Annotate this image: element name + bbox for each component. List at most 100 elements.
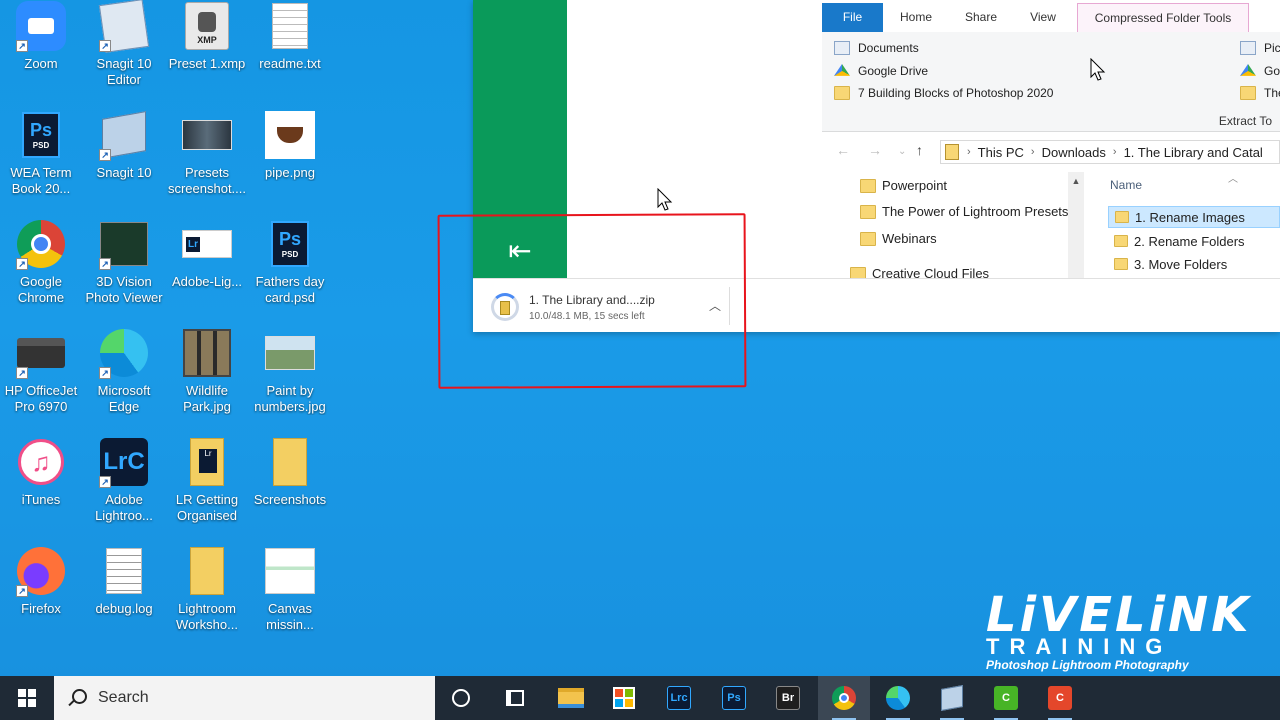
search-placeholder: Search xyxy=(98,689,149,706)
list-item[interactable]: 3. Move Folders xyxy=(1108,253,1280,275)
tab-file[interactable]: File xyxy=(822,3,883,32)
breadcrumb-this-pc[interactable]: This PC xyxy=(978,145,1024,160)
file-item-label: 2. Rename Folders xyxy=(1134,233,1245,249)
desktop-icon-label: debug.log xyxy=(95,601,153,616)
tab-home[interactable]: Home xyxy=(888,3,944,32)
desktop-icon-screenshots[interactable]: Screenshots xyxy=(249,436,331,540)
tab-compressed-folder-tools[interactable]: Compressed Folder Tools xyxy=(1077,3,1249,32)
extract-to-label: Extract To xyxy=(1218,114,1272,128)
chrome-icon[interactable] xyxy=(818,676,870,720)
camtasia-icon[interactable]: C xyxy=(980,676,1032,720)
nav-pane-scrollbar[interactable]: ▲ xyxy=(1068,172,1084,278)
breadcrumb-downloads[interactable]: Downloads xyxy=(1042,145,1106,160)
desktop-icon-canvas-missing[interactable]: Canvas missin... xyxy=(249,545,331,649)
quick-access-folder-3[interactable]: The xyxy=(1240,83,1280,103)
desktop-icon-hp-officejet[interactable]: ↗ HP OfficeJet Pro 6970 xyxy=(0,327,82,431)
ribbon-tabs: File Home Share View Compressed Folder T… xyxy=(822,0,1280,32)
list-item[interactable]: 2. Rename Folders xyxy=(1108,230,1280,252)
nav-item-power-of-lightroom-presets[interactable]: The Power of Lightroom Presets xyxy=(860,204,1068,219)
tab-view[interactable]: View xyxy=(1018,3,1068,32)
quick-access-label: 7 Building Blocks of Photoshop 2020 xyxy=(858,86,1054,100)
nav-item-creative-cloud-files[interactable]: Creative Cloud Files xyxy=(850,266,989,278)
image-file-icon xyxy=(265,545,315,597)
desktop-icon-wildlife-park[interactable]: Wildlife Park.jpg xyxy=(166,327,248,431)
quick-access-label: Documents xyxy=(858,41,919,55)
desktop-icon-3d-vision[interactable]: ↗ 3D Vision Photo Viewer xyxy=(83,218,165,322)
desktop-icon-label: Canvas missin... xyxy=(266,601,314,632)
desktop-icon-readme[interactable]: readme.txt xyxy=(249,0,331,104)
desktop-icon-google-chrome[interactable]: ↗ Google Chrome xyxy=(0,218,82,322)
desktop-icon-adobe-lig[interactable]: Lr Adobe-Lig... xyxy=(166,218,248,322)
photoshop-icon[interactable]: Ps xyxy=(708,676,760,720)
taskbar: Search Lrc Ps Br C C xyxy=(0,676,1280,720)
desktop-icon-zoom[interactable]: ↗ Zoom xyxy=(0,0,82,104)
lightroom-classic-icon[interactable]: Lrc xyxy=(653,676,705,720)
text-file-icon xyxy=(265,0,315,52)
forward-arrow-icon[interactable]: → xyxy=(868,142,882,158)
desktop-icon-presets-screenshot[interactable]: Presets screenshot.... xyxy=(166,109,248,213)
scroll-up-icon[interactable]: ▲ xyxy=(1068,172,1084,186)
list-item[interactable]: 1. Rename Images xyxy=(1108,206,1280,228)
desktop-icon-firefox[interactable]: ↗ Firefox xyxy=(0,545,82,649)
desktop-icon-label: Zoom xyxy=(24,56,58,71)
start-button[interactable] xyxy=(0,676,54,720)
desktop-icon-snagit-editor[interactable]: ↗ Snagit 10 Editor xyxy=(83,0,165,104)
nav-item-webinars[interactable]: Webinars xyxy=(860,231,937,246)
task-view-icon[interactable] xyxy=(489,676,541,720)
desktop-icon-label: Google Chrome xyxy=(17,274,65,305)
back-arrow-icon[interactable]: ← xyxy=(836,142,850,158)
tab-share[interactable]: Share xyxy=(950,3,1012,32)
image-file-icon xyxy=(265,327,315,379)
taskbar-search[interactable]: Search xyxy=(54,676,435,720)
desktop-icon-label: Snagit 10 Editor xyxy=(96,56,152,87)
desktop-icon-label: readme.txt xyxy=(259,56,321,71)
desktop-icon-debug-log[interactable]: debug.log xyxy=(83,545,165,649)
nav-item-label: Webinars xyxy=(882,231,937,246)
desktop-icon-label: Fathers day card.psd xyxy=(255,274,325,305)
folder-icon: Lr xyxy=(182,436,232,488)
quick-access-pictures[interactable]: Pict xyxy=(1240,38,1280,58)
bridge-icon[interactable]: Br xyxy=(762,676,814,720)
desktop-icon-label: Snagit 10 xyxy=(96,165,152,180)
desktop-icon-paint-by-numbers[interactable]: Paint by numbers.jpg xyxy=(249,327,331,431)
desktop-icon-label: Firefox xyxy=(21,601,61,616)
desktop-icon-pipe[interactable]: pipe.png xyxy=(249,109,331,213)
logo-wordmark: LiVELiNK xyxy=(986,587,1252,643)
desktop-icon-microsoft-edge[interactable]: ↗ Microsoft Edge xyxy=(83,327,165,431)
desktop-icon-wea-term-book[interactable]: Ps PSD WEA Term Book 20... xyxy=(0,109,82,213)
desktop-icon-adobe-lightroom[interactable]: LrC ↗ Adobe Lightroo... xyxy=(83,436,165,540)
desktop-icon-label: iTunes xyxy=(21,492,61,507)
creative-cloud-folder-icon xyxy=(850,266,866,278)
quick-access-documents[interactable]: Documents xyxy=(834,38,919,58)
desktop-icon-itunes[interactable]: ♫ iTunes xyxy=(0,436,82,540)
desktop-icon-label: Paint by numbers.jpg xyxy=(254,383,326,414)
snagit-icon[interactable] xyxy=(926,676,978,720)
nav-item-powerpoint[interactable]: Powerpoint xyxy=(860,178,947,193)
address-bar[interactable]: › This PC › Downloads › 1. The Library a… xyxy=(940,140,1280,164)
quick-access-google-drive-2[interactable]: Go xyxy=(1240,61,1280,81)
microsoft-store-icon[interactable] xyxy=(598,676,650,720)
navigation-pane: Powerpoint The Power of Lightroom Preset… xyxy=(822,170,1084,278)
file-explorer-icon[interactable] xyxy=(545,676,597,720)
recent-locations-icon[interactable]: ⌄ xyxy=(898,146,906,157)
desktop-icon-snagit[interactable]: ↗ Snagit 10 xyxy=(83,109,165,213)
quick-access-google-drive[interactable]: Google Drive xyxy=(834,61,928,81)
quick-access-building-blocks[interactable]: 7 Building Blocks of Photoshop 2020 xyxy=(834,83,1053,103)
desktop-icon-lr-getting-organised[interactable]: Lr LR Getting Organised xyxy=(166,436,248,540)
desktop-icon-label: pipe.png xyxy=(265,165,315,180)
column-header-name[interactable]: Name xyxy=(1110,178,1142,192)
breadcrumb-current[interactable]: 1. The Library and Catal xyxy=(1124,145,1263,160)
edge-icon[interactable] xyxy=(872,676,924,720)
text-file-icon xyxy=(99,545,149,597)
highlight-annotation xyxy=(437,213,747,389)
snagit-capture-icon[interactable]: C xyxy=(1034,676,1086,720)
desktop-icon-lightroom-workshop[interactable]: Lightroom Worksho... xyxy=(166,545,248,649)
up-arrow-icon[interactable]: ↑ xyxy=(916,142,923,158)
desktop-icon-fathers-day-card[interactable]: Ps PSD Fathers day card.psd xyxy=(249,218,331,322)
google-drive-icon xyxy=(1240,64,1256,76)
nav-item-label: Creative Cloud Files xyxy=(872,266,990,278)
cortana-icon[interactable] xyxy=(435,676,487,720)
desktop-icon-preset-xmp[interactable]: XMP Preset 1.xmp xyxy=(166,0,248,104)
folder-icon xyxy=(860,178,876,193)
nav-item-label: The Power of Lightroom Presets xyxy=(882,204,1069,219)
